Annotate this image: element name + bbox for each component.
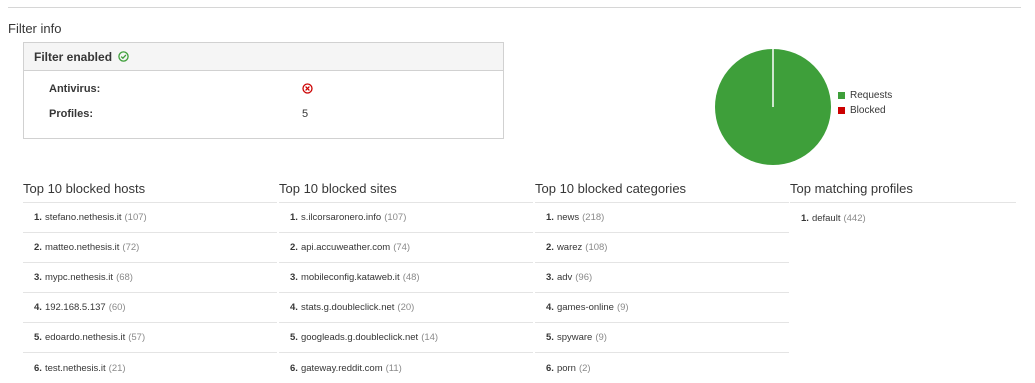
list-item-name: edoardo.nethesis.it <box>44 332 126 343</box>
list-item-count: (57) <box>128 332 146 343</box>
blocked-categories-title: Top 10 blocked categories <box>535 181 789 203</box>
list-item-rank: 2. <box>546 242 554 253</box>
list-item-count: (9) <box>616 302 629 313</box>
list-item-count: (60) <box>108 302 126 313</box>
list-item: 2. api.accuweather.com (74) <box>279 233 533 263</box>
list-item-name: adv <box>556 272 573 283</box>
list-item: 2. matteo.nethesis.it (72) <box>23 233 277 263</box>
list-item-rank: 2. <box>34 242 42 253</box>
list-item-name: 192.168.5.137 <box>44 302 106 313</box>
list-item-count: (20) <box>397 302 415 313</box>
profiles-value: 5 <box>302 108 309 120</box>
legend-requests: Requests <box>838 88 892 103</box>
list-item-count: (11) <box>385 362 402 374</box>
error-circle-icon <box>302 83 313 97</box>
list-item: 5. spyware (9) <box>535 323 789 353</box>
legend-swatch-requests <box>838 92 845 99</box>
check-circle-icon <box>118 51 129 62</box>
list-item-name: stats.g.doubleclick.net <box>300 302 395 313</box>
requests-pie-chart <box>715 49 831 165</box>
list-item-count: (68) <box>116 272 133 283</box>
legend-blocked: Blocked <box>838 103 892 118</box>
list-item: 1. stefano.nethesis.it (107) <box>23 203 277 233</box>
list-item-count: (48) <box>402 272 420 283</box>
list-item-rank: 3. <box>34 272 42 283</box>
list-item-rank: 6. <box>290 362 298 374</box>
list-item-count: (218) <box>582 212 605 223</box>
list-item: 3. mypc.nethesis.it (68) <box>23 263 277 293</box>
list-item: 4. games-online (9) <box>535 293 789 323</box>
list-item-name: news <box>556 212 580 223</box>
list-item-count: (14) <box>421 332 439 343</box>
list-item-rank: 1. <box>290 212 298 223</box>
list-item-rank: 5. <box>290 332 298 343</box>
list-item-count: (107) <box>384 212 407 223</box>
list-item-rank: 6. <box>34 362 42 374</box>
list-item-rank: 5. <box>34 332 42 343</box>
list-item-name: stefano.nethesis.it <box>44 212 122 223</box>
list-item: 3. mobileconfig.kataweb.it (48) <box>279 263 533 293</box>
filter-panel: Filter enabled Antivirus: Profiles: 5 <box>23 42 504 139</box>
blocked-sites-title: Top 10 blocked sites <box>279 181 533 203</box>
list-item-rank: 1. <box>801 212 809 224</box>
list-item-name: matteo.nethesis.it <box>44 242 120 253</box>
list-item: 4. 192.168.5.137 (60) <box>23 293 277 323</box>
list-item-count: (21) <box>108 362 126 374</box>
filter-enabled-label: Filter enabled <box>34 49 113 64</box>
chart-legend: Requests Blocked <box>838 88 892 118</box>
list-item-count: (72) <box>122 242 140 253</box>
list-item-count: (96) <box>575 272 593 283</box>
list-item: 4. stats.g.doubleclick.net (20) <box>279 293 533 323</box>
list-item-name: warez <box>556 242 583 253</box>
list-item-count: (74) <box>393 242 411 253</box>
list-item: 1. s.ilcorsaronero.info (107) <box>279 203 533 233</box>
matching-profiles-list: Top matching profiles 1. default (442) <box>790 181 1016 233</box>
antivirus-label: Antivirus: <box>49 83 101 95</box>
blocked-hosts-list: Top 10 blocked hosts 1. stefano.nethesis.… <box>23 181 277 383</box>
blocked-sites-list: Top 10 blocked sites 1. s.ilcorsaronero.i… <box>279 181 533 383</box>
list-item-name: spyware <box>556 332 593 343</box>
list-item-rank: 4. <box>290 302 298 313</box>
list-item: 3. adv (96) <box>535 263 789 293</box>
list-item-name: mypc.nethesis.it <box>44 272 114 283</box>
filter-panel-header: Filter enabled <box>24 43 503 71</box>
list-item-count: (108) <box>585 242 608 253</box>
list-item-name: default <box>811 212 841 224</box>
list-item-count: (442) <box>843 212 866 224</box>
list-item: 5. edoardo.nethesis.it (57) <box>23 323 277 353</box>
list-item-rank: 2. <box>290 242 298 253</box>
matching-profiles-title: Top matching profiles <box>790 181 1016 203</box>
profiles-label: Profiles: <box>49 108 94 120</box>
list-item-name: games-online <box>556 302 614 313</box>
legend-swatch-blocked <box>838 107 845 114</box>
list-item-count: (107) <box>124 212 147 223</box>
list-item-name: test.nethesis.it <box>44 362 106 374</box>
blocked-categories-list: Top 10 blocked categories 1. news (218) 2. w… <box>535 181 789 383</box>
list-item-name: gateway.reddit.com <box>300 362 383 374</box>
list-item-rank: 3. <box>546 272 554 283</box>
list-item-name: porn <box>556 362 576 374</box>
list-item: 1. default (442) <box>790 203 1016 233</box>
list-item: 1. news (218) <box>535 203 789 233</box>
list-item-rank: 6. <box>546 362 554 374</box>
list-item-rank: 4. <box>546 302 554 313</box>
list-item: 5. googleads.g.doubleclick.net (14) <box>279 323 533 353</box>
top-divider <box>8 7 1021 8</box>
list-item-count: (2) <box>578 362 591 374</box>
legend-label-requests: Requests <box>850 90 893 101</box>
list-item-rank: 1. <box>34 212 42 223</box>
list-item-name: googleads.g.doubleclick.net <box>300 332 419 343</box>
list-item: 2. warez (108) <box>535 233 789 263</box>
list-item-rank: 1. <box>546 212 554 223</box>
list-item-name: s.ilcorsaronero.info <box>300 212 382 223</box>
list-item-name: api.accuweather.com <box>300 242 391 253</box>
page-title: Filter info <box>8 21 62 36</box>
legend-label-blocked: Blocked <box>850 105 886 116</box>
list-item-rank: 4. <box>34 302 42 313</box>
list-item-rank: 5. <box>546 332 554 343</box>
list-item-count: (9) <box>595 332 607 343</box>
list-item-name: mobileconfig.kataweb.it <box>300 272 400 283</box>
blocked-hosts-title: Top 10 blocked hosts <box>23 181 277 203</box>
list-item-rank: 3. <box>290 272 298 283</box>
